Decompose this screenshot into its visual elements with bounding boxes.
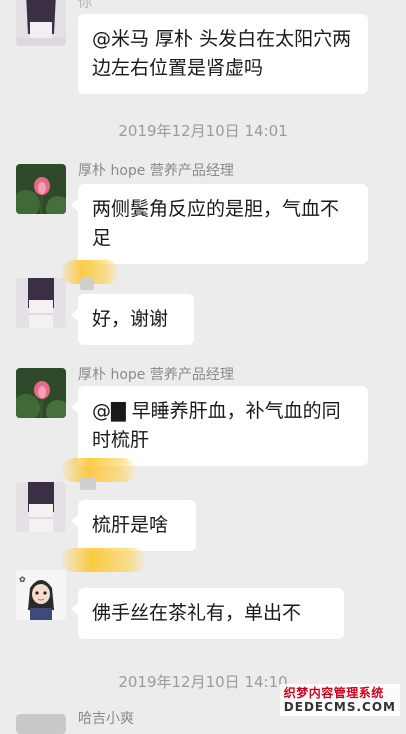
- message-bubble[interactable]: 两侧鬓角反应的是胆，气血不足: [71, 184, 368, 264]
- message-bubble[interactable]: 梳肝是啥: [71, 500, 196, 551]
- avatar-icon[interactable]: [16, 714, 66, 734]
- avatar-girl-icon[interactable]: [16, 278, 66, 328]
- redaction-mark: [80, 478, 96, 490]
- sender-name: 你: [78, 0, 92, 11]
- avatar-girl-icon[interactable]: [16, 482, 66, 532]
- avatar-girl-icon[interactable]: [16, 0, 66, 46]
- sender-name: 厚朴 hope 营养产品经理: [78, 163, 234, 179]
- redaction-mark: [62, 548, 146, 572]
- message-bubble[interactable]: @米马 厚朴 头发白在太阳穴两边左右位置是肾虚吗: [78, 14, 368, 94]
- sender-name: 哈吉小爽: [78, 711, 134, 727]
- avatar-cartoon-girl-icon[interactable]: ✿: [16, 570, 66, 620]
- redaction-mark: [62, 458, 136, 482]
- svg-text:✿: ✿: [19, 575, 26, 584]
- redaction-mark: [80, 278, 94, 290]
- timestamp: 2019年12月10日 14:01: [118, 122, 288, 140]
- message-bubble[interactable]: 佛手丝在茶礼有，单出不: [71, 588, 344, 639]
- watermark-logo: 织梦内容管理系统 DEDECMS.COM: [279, 684, 400, 716]
- message-bubble[interactable]: @▇ 早睡养肝血，补气血的同时梳肝: [71, 386, 368, 466]
- watermark-line: 织梦内容管理系统: [283, 686, 384, 700]
- avatar-lotus-icon[interactable]: [16, 164, 66, 214]
- avatar-lotus-icon[interactable]: [16, 368, 66, 418]
- sender-name: 厚朴 hope 营养产品经理: [78, 367, 234, 383]
- message-bubble[interactable]: 好，谢谢: [71, 294, 194, 345]
- watermark-line: DEDECMS.COM: [283, 700, 396, 714]
